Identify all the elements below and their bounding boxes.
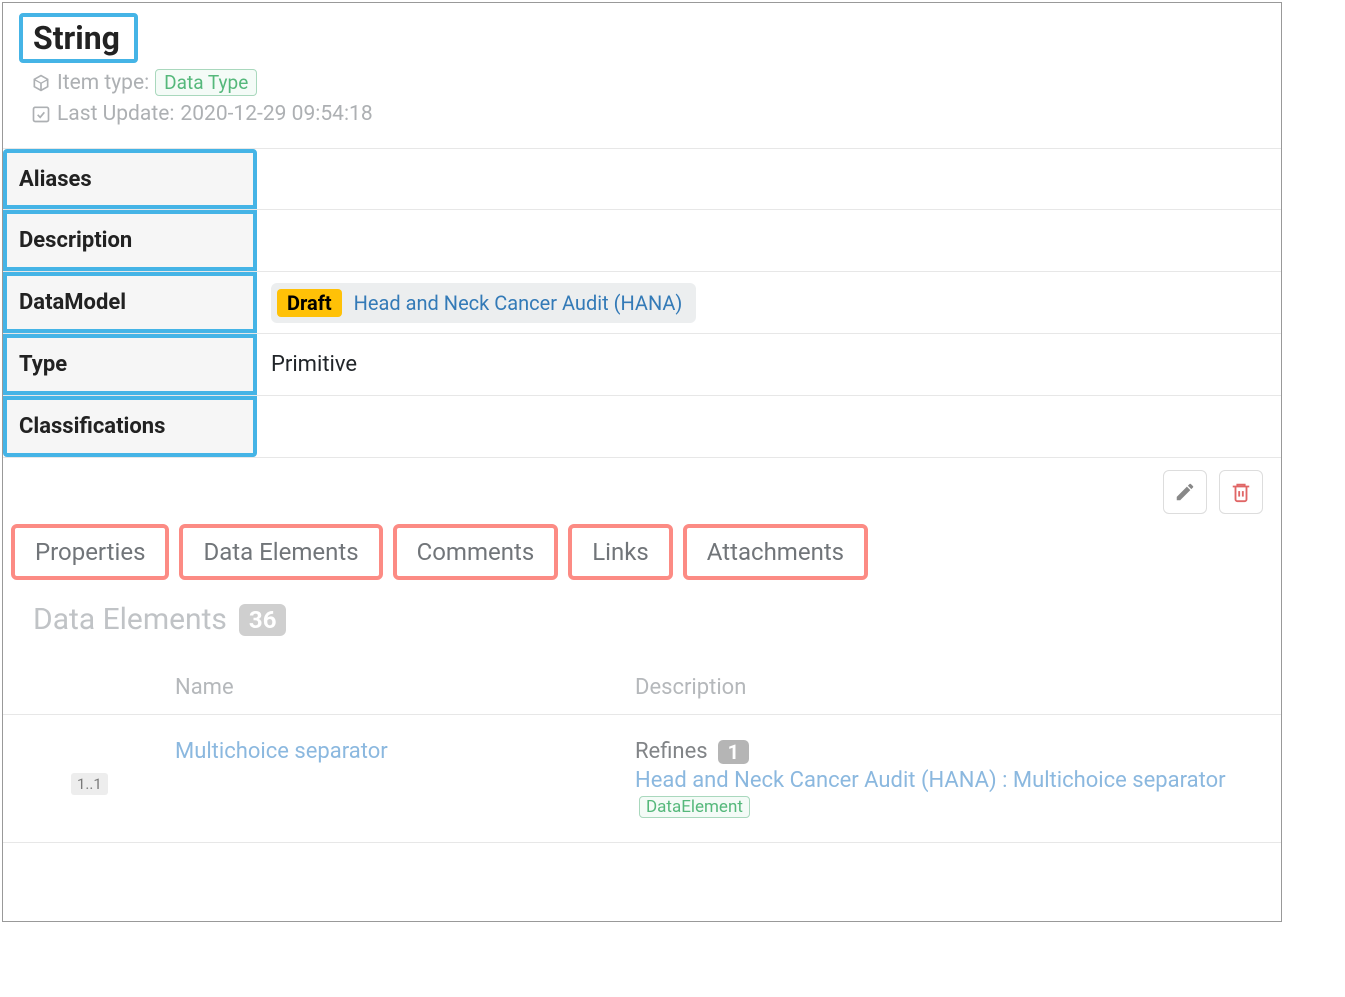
datamodel-chip[interactable]: Draft Head and Neck Cancer Audit (HANA) (271, 283, 696, 323)
last-update-label: Last Update: (57, 102, 174, 126)
multiplicity-cell: 1..1 (3, 739, 161, 795)
page-header: String Item type: Data Type Last Update:… (3, 3, 1281, 134)
section-title-text: Data Elements (33, 602, 227, 637)
last-update-value: 2020-12-29 09:54:18 (180, 102, 372, 126)
table-header: Name Description (3, 665, 1281, 715)
last-update-line: Last Update: 2020-12-29 09:54:18 (17, 96, 1267, 126)
reference-tag: DataElement (639, 796, 750, 818)
tab-comments[interactable]: Comments (393, 524, 559, 580)
item-type-line: Item type: Data Type (17, 63, 1267, 96)
detail-label-description: Description (3, 210, 257, 271)
tab-attachments[interactable]: Attachments (683, 524, 868, 580)
datamodel-link[interactable]: Head and Neck Cancer Audit (HANA) (354, 291, 683, 315)
detail-label-type: Type (3, 334, 257, 395)
detail-label-datamodel: DataModel (3, 272, 257, 333)
actions-row (3, 458, 1281, 524)
detail-value-description (257, 210, 1281, 271)
detail-row-aliases: Aliases (3, 148, 1281, 210)
detail-label-classifications: Classifications (3, 396, 257, 457)
draft-badge: Draft (277, 289, 342, 317)
multiplicity-badge: 1..1 (71, 773, 108, 795)
cube-icon (31, 73, 51, 93)
refines-count-badge: 1 (718, 740, 749, 764)
refines-line: Refines 1 (635, 739, 1281, 764)
section-title: Data Elements 36 (3, 580, 1281, 645)
description-cell: Refines 1 Head and Neck Cancer Audit (HA… (621, 739, 1281, 818)
detail-row-description: Description (3, 210, 1281, 272)
reference-link[interactable]: Head and Neck Cancer Audit (HANA) : Mult… (635, 768, 1281, 818)
section-count-badge: 36 (239, 604, 287, 636)
table-row: 1..1 Multichoice separator Refines 1 Hea… (3, 715, 1281, 843)
detail-value-datamodel: Draft Head and Neck Cancer Audit (HANA) (257, 272, 1281, 333)
detail-value-aliases (257, 149, 1281, 209)
detail-row-classifications: Classifications (3, 396, 1281, 458)
edit-button[interactable] (1163, 470, 1207, 514)
item-type-value[interactable]: Data Type (155, 69, 257, 96)
tab-data-elements[interactable]: Data Elements (179, 524, 382, 580)
detail-value-classifications (257, 396, 1281, 457)
title-highlight-box: String (19, 13, 138, 63)
refines-label: Refines (635, 739, 708, 764)
page-frame: String Item type: Data Type Last Update:… (2, 2, 1282, 922)
tab-properties[interactable]: Properties (11, 524, 169, 580)
page-title: String (33, 19, 120, 57)
column-header-name[interactable]: Name (161, 675, 621, 700)
calendar-check-icon (31, 104, 51, 124)
item-type-label: Item type: (57, 71, 149, 95)
details-block: Aliases Description DataModel Draft Head… (3, 148, 1281, 458)
tabs-row: Properties Data Elements Comments Links … (3, 524, 1281, 580)
tab-links[interactable]: Links (568, 524, 673, 580)
reference-link-text[interactable]: Head and Neck Cancer Audit (HANA) : Mult… (635, 768, 1226, 793)
column-header-description[interactable]: Description (621, 675, 1281, 700)
detail-label-aliases: Aliases (3, 149, 257, 209)
data-elements-table: Name Description 1..1 Multichoice separa… (3, 665, 1281, 843)
detail-row-type: Type Primitive (3, 334, 1281, 396)
row-name-link[interactable]: Multichoice separator (175, 709, 388, 764)
detail-row-datamodel: DataModel Draft Head and Neck Cancer Aud… (3, 272, 1281, 334)
delete-button[interactable] (1219, 470, 1263, 514)
name-cell: Multichoice separator (161, 739, 621, 764)
detail-value-type: Primitive (257, 334, 1281, 395)
